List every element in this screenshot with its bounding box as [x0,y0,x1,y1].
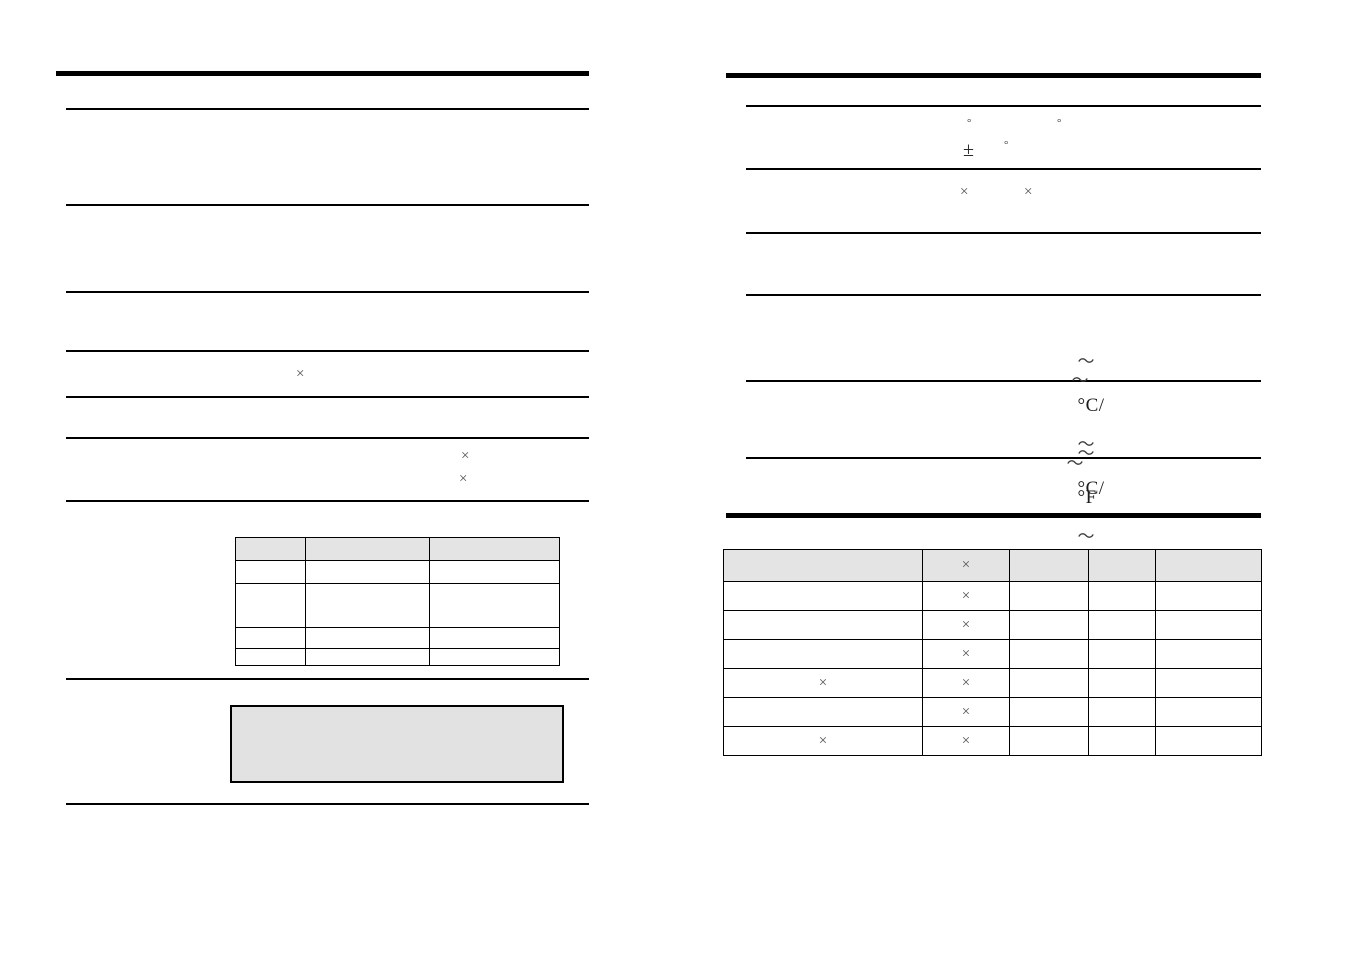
header-cell-2 [305,537,430,561]
header-cell-3 [1009,549,1089,582]
note-callout-box [230,705,564,783]
cell-r1c1 [723,581,923,611]
right-rule-3 [746,232,1261,234]
cell-r2c4 [1088,610,1156,640]
cell-r1c3 [1009,581,1089,611]
cell-r4c1 [235,648,306,666]
document-page: × × × ° ° ± ° × × ～ °C/ ～ °F ～ ～ °C/ ～ ～… [0,0,1348,954]
table-row: × [723,639,1262,669]
left-rule-5 [66,396,589,398]
right-rule-2 [746,168,1261,170]
table-row: × [723,697,1262,727]
cell-r3c3 [429,627,560,649]
header-cell-5 [1155,549,1262,582]
multiplication-mark-2: × [461,448,470,464]
table-row: × [723,610,1262,640]
cell-r5c5 [1155,697,1262,727]
left-rule-6 [66,437,589,439]
plus-minus-mark: ± [963,139,974,161]
storage-temperature-subline: ～ [1041,429,1084,494]
cell-r1c2 [305,560,430,584]
operating-temperature-subline: ～ [1046,346,1089,411]
table-row [235,560,560,584]
left-rule-7 [66,500,589,502]
cell-r2c2: × [922,610,1010,640]
left-rule-8 [66,678,589,680]
left-rule-3 [66,291,589,293]
table-row [235,583,560,628]
left-rule-9 [66,803,589,805]
cell-r1c5 [1155,581,1262,611]
cell-r3c3 [1009,639,1089,669]
cell-r6c3 [1009,726,1089,756]
cell-r3c4 [1088,639,1156,669]
table-header-row: × [723,549,1262,582]
cell-r5c4 [1088,697,1156,727]
table-row: × [723,581,1262,611]
cell-r3c2 [305,627,430,649]
table-row [235,648,560,666]
cell-r2c1 [235,583,306,628]
tilde-icon: ～ [1077,527,1095,546]
cell-r4c2 [305,648,430,666]
cell-r2c3 [1009,610,1089,640]
degree-mark-1: ° [967,117,972,129]
cell-r6c4 [1088,726,1156,756]
degree-mark-3: ° [1004,139,1009,151]
cell-r2c5 [1155,610,1262,640]
right-top-thick-rule [726,73,1261,78]
cell-r4c3 [1009,668,1089,698]
cell-r6c1: × [723,726,923,756]
multiplication-mark-2: × [1024,184,1033,200]
cell-r2c2 [305,583,430,628]
cell-r1c4 [1088,581,1156,611]
header-cell-3 [429,537,560,561]
header-cell-1 [235,537,306,561]
right-bottom-thick-rule [726,513,1261,518]
cell-r3c2: × [922,639,1010,669]
table-row: × × [723,668,1262,698]
tilde-icon: ～ [1071,371,1089,390]
right-rule-5 [746,380,1261,382]
cell-r4c4 [1088,668,1156,698]
left-rule-1 [66,108,589,110]
right-rule-6 [746,457,1261,459]
table-row: × × [723,726,1262,756]
cell-r4c5 [1155,668,1262,698]
header-cell-1 [723,549,923,582]
left-spec-table [235,537,560,666]
multiplication-mark-3: × [459,471,468,487]
cell-r2c1 [723,610,923,640]
left-top-thick-rule [56,71,589,76]
multiplication-mark-1: × [296,366,305,382]
cell-r3c1 [235,627,306,649]
right-rule-1 [746,105,1261,107]
cell-r2c3 [429,583,560,628]
cell-r1c1 [235,560,306,584]
header-cell-4 [1088,549,1156,582]
cell-r5c2: × [922,697,1010,727]
multiplication-mark-1: × [960,184,969,200]
right-rule-4 [746,294,1261,296]
right-spec-table: × × × × × × × × × [723,549,1262,756]
header-cell-2: × [922,549,1010,582]
left-rule-2 [66,204,589,206]
tilde-icon: ～ [1066,454,1084,473]
cell-r4c2: × [922,668,1010,698]
cell-r4c1: × [723,668,923,698]
cell-r4c3 [429,648,560,666]
cell-r1c2: × [922,581,1010,611]
cell-r1c3 [429,560,560,584]
table-row [235,627,560,649]
cell-r6c2: × [922,726,1010,756]
cell-r5c1 [723,697,923,727]
left-rule-4 [66,350,589,352]
cell-r3c5 [1155,639,1262,669]
cell-r5c3 [1009,697,1089,727]
cell-r6c5 [1155,726,1262,756]
cell-r3c1 [723,639,923,669]
table-header-row [235,537,560,561]
degree-mark-2: ° [1057,117,1062,129]
